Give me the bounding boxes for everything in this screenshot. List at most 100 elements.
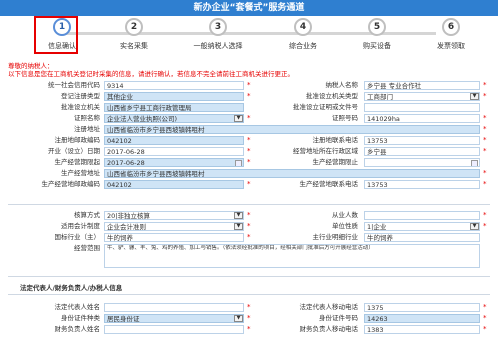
- chevron-down-icon[interactable]: ▼: [234, 314, 243, 322]
- acc-system-select[interactable]: 企业会计准则 ▼: [104, 221, 244, 231]
- credit-code-field[interactable]: 9314: [104, 80, 244, 90]
- required-mark: *: [483, 211, 487, 219]
- form-row: 注册地址 山西省临汾市乡宁县西坡镇韩咀村 *: [8, 124, 490, 134]
- chevron-down-icon[interactable]: ▼: [470, 222, 479, 230]
- reg-type-field[interactable]: 其他企业: [104, 91, 244, 101]
- step-2[interactable]: 2 实名采集: [99, 18, 169, 51]
- divider: [8, 276, 490, 277]
- field-label: 注册地联系电话: [312, 136, 359, 144]
- biz-address-field[interactable]: 山西省临汾市乡宁县西坡镇韩咀村: [104, 168, 480, 178]
- form-row: 适用会计制度 企业会计准则 ▼ * 单位性质 1|企业 ▼ *: [8, 221, 490, 231]
- step-label: 一般纳税人选择: [193, 42, 243, 50]
- form-row: 登记注册类型 其他企业 * 批准设立机关类型 工商部门 ▼ *: [8, 91, 490, 101]
- step-4[interactable]: 4 综合业务: [268, 18, 338, 51]
- chevron-down-icon[interactable]: ▼: [234, 211, 243, 219]
- business-scope-textarea[interactable]: 牛、驴、骡、羊、兔、鸡的养殖、加工与销售。（依法须经批准的项目，经相关部门批准后…: [104, 243, 480, 268]
- field-label: 生产经营期限起: [54, 158, 101, 166]
- field-label: 证照号码: [332, 114, 358, 122]
- step-label: 实名采集: [120, 42, 148, 50]
- id-no-field[interactable]: 14263: [364, 313, 480, 323]
- taxpayer-name-field[interactable]: 乡宁县 专业合作社: [364, 80, 480, 90]
- calendar-icon[interactable]: [235, 159, 242, 166]
- biz-end-date-field[interactable]: [364, 157, 480, 167]
- field-label: 财务负责人移动电话: [299, 325, 359, 333]
- field-label: 身份证件种类: [61, 314, 100, 322]
- field-label: 证照名称: [74, 114, 100, 122]
- required-mark: *: [247, 303, 251, 311]
- field-label: 从业人数: [332, 211, 358, 219]
- required-mark: *: [483, 114, 487, 122]
- field-label: 身份证件号码: [319, 314, 358, 322]
- required-mark: *: [247, 222, 251, 230]
- header-bar: 新办企业“套餐式”服务通道: [0, 0, 498, 16]
- chevron-down-icon[interactable]: ▼: [234, 114, 243, 122]
- field-label: 批准设立证明或文件号: [293, 103, 358, 111]
- fin-name-field[interactable]: [104, 324, 244, 334]
- biz-start-date-field[interactable]: 2017-06-28: [104, 157, 244, 167]
- required-mark: *: [483, 147, 487, 155]
- required-mark: *: [483, 136, 487, 144]
- cert-no-field[interactable]: 141029ha: [364, 113, 480, 123]
- field-label: 适用会计制度: [61, 222, 100, 230]
- notice-greeting: 尊敬的纳税人：: [8, 62, 54, 70]
- approve-type-select[interactable]: 工商部门 ▼: [364, 91, 480, 101]
- biz-zip-field[interactable]: 042102: [104, 179, 244, 189]
- required-mark: *: [483, 303, 487, 311]
- form-row: 批准设立机关 山西省乡宁县工商行政管理局 批准设立证明或文件号: [8, 102, 490, 112]
- fin-mobile-field[interactable]: 1383: [364, 324, 480, 334]
- step-3[interactable]: 3 一般纳税人选择: [183, 18, 253, 51]
- field-label: 国标行业（主）: [54, 233, 101, 241]
- chevron-down-icon[interactable]: ▼: [470, 92, 479, 100]
- acc-method-select[interactable]: 20|非独立核算 ▼: [104, 210, 244, 220]
- divider: [8, 294, 490, 295]
- select-value: 工商部门: [367, 92, 393, 101]
- date-value: 2017-06-28: [107, 158, 145, 167]
- field-label: 批准设立机关: [61, 103, 100, 111]
- industry-field[interactable]: 牛的饲养: [104, 232, 244, 242]
- biz-phone-field[interactable]: 13753: [364, 179, 480, 189]
- reg-phone-field[interactable]: 13753: [364, 135, 480, 145]
- required-mark: *: [483, 81, 487, 89]
- required-mark: *: [483, 314, 487, 322]
- employees-field[interactable]: [364, 210, 480, 220]
- step-label: 发票领取: [437, 42, 465, 50]
- cert-type-select[interactable]: 企业法人营业执照(公司) ▼: [104, 113, 244, 123]
- reg-zip-field[interactable]: 042102: [104, 135, 244, 145]
- unit-nature-select[interactable]: 1|企业 ▼: [364, 221, 480, 231]
- field-label: 经营范围: [74, 244, 100, 252]
- id-type-select[interactable]: 居民身份证 ▼: [104, 313, 244, 323]
- chevron-down-icon[interactable]: ▼: [234, 222, 243, 230]
- notice-box: 尊敬的纳税人： 以下信息是您在工商机关登记时采集的信息，请进行确认，若信息不完全…: [8, 62, 488, 78]
- divider: [8, 204, 490, 205]
- calendar-icon[interactable]: [471, 159, 478, 166]
- reg-address-field[interactable]: 山西省临汾市乡宁县西坡镇韩咀村: [104, 124, 480, 134]
- select-value: 居民身份证: [107, 314, 140, 323]
- industry-detail-field[interactable]: 牛的饲养: [364, 232, 480, 242]
- form-row: 法定代表人姓名 * 法定代表人移动电话 1375 *: [8, 302, 490, 312]
- required-mark: *: [247, 325, 251, 333]
- select-value: 20|非独立核算: [107, 211, 150, 220]
- field-label: 财务负责人姓名: [54, 325, 101, 333]
- legal-mobile-field[interactable]: 1375: [364, 302, 480, 312]
- field-label: 法定代表人移动电话: [299, 303, 359, 311]
- form-row: 生产经营期限起 2017-06-28 * 生产经营期限止: [8, 157, 490, 167]
- section-title: 法定代表人/财务负责人/办税人信息: [20, 284, 123, 292]
- approve-doc-field[interactable]: [364, 102, 480, 112]
- required-mark: *: [247, 233, 251, 241]
- approve-org-field[interactable]: 山西省乡宁县工商行政管理局: [104, 102, 244, 112]
- step-5[interactable]: 5 购买设备: [342, 18, 412, 51]
- step-6[interactable]: 6 发票领取: [416, 18, 486, 51]
- open-date-field[interactable]: 2017-06-28: [104, 146, 244, 156]
- field-label: 生产经营地址: [61, 169, 100, 177]
- required-mark: *: [483, 169, 487, 177]
- field-label: 生产经营期限止: [312, 158, 359, 166]
- required-mark: *: [247, 180, 251, 188]
- form-row: 证照名称 企业法人营业执照(公司) ▼ * 证照号码 141029ha *: [8, 113, 490, 123]
- required-mark: *: [247, 158, 251, 166]
- legal-name-field[interactable]: [104, 302, 244, 312]
- required-mark: *: [483, 222, 487, 230]
- biz-area-field[interactable]: 乡宁县: [364, 146, 480, 156]
- step-number: 2: [125, 18, 143, 36]
- page-title: 新办企业“套餐式”服务通道: [193, 3, 305, 13]
- field-label: 主行业明细行业: [312, 233, 359, 241]
